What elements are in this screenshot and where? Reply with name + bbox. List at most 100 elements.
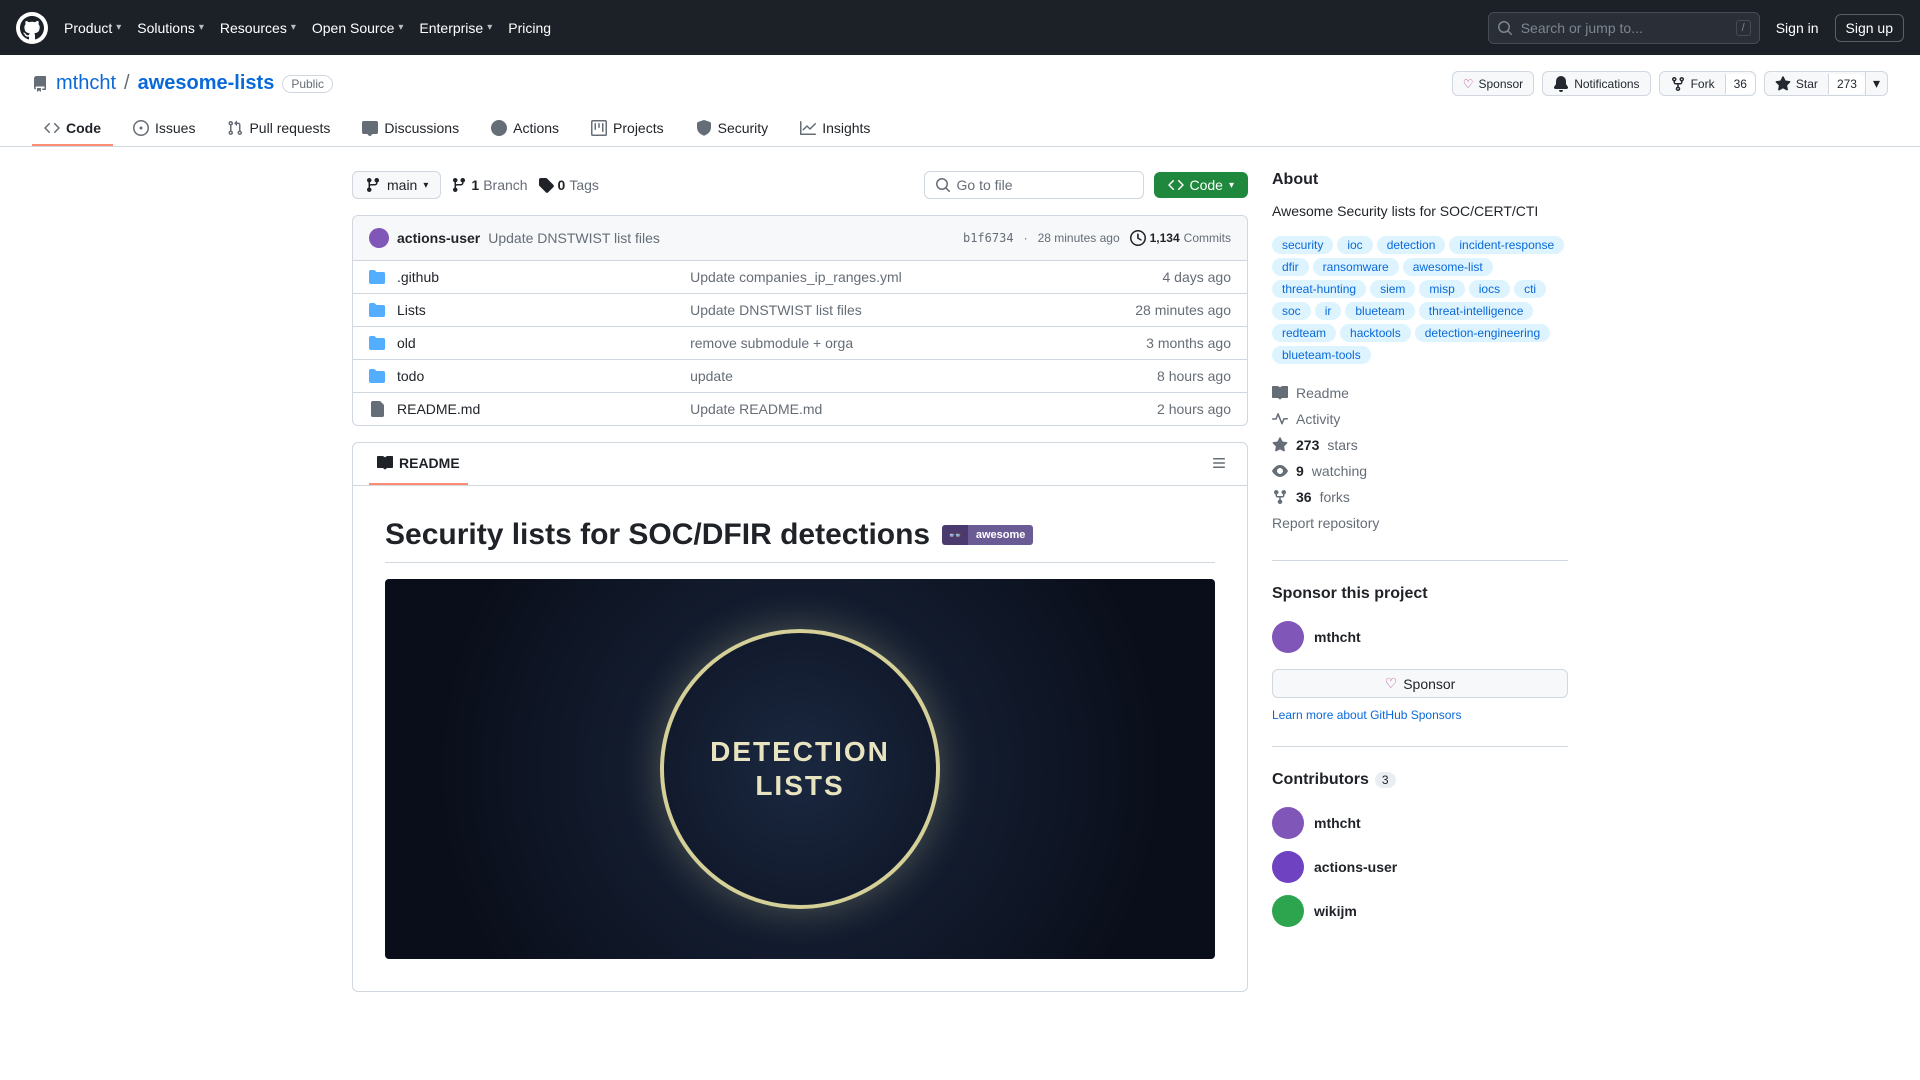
star-button[interactable]: Star273 (1764, 71, 1866, 96)
nav-pricing[interactable]: Pricing (508, 20, 551, 36)
nav-resources[interactable]: Resources▾ (220, 20, 296, 36)
readme-tab[interactable]: README (369, 443, 468, 485)
forks-link[interactable]: 36 forks (1272, 484, 1568, 510)
topic-tag[interactable]: threat-intelligence (1419, 302, 1534, 320)
latest-commit-row: actions-user Update DNSTWIST list files … (353, 216, 1247, 261)
topic-tag[interactable]: blueteam-tools (1272, 346, 1371, 364)
file-commit-msg[interactable]: Update companies_ip_ranges.yml (690, 269, 1162, 285)
branch-selector[interactable]: main ▾ (352, 171, 441, 199)
contributors-heading[interactable]: Contributors 3 (1272, 771, 1568, 789)
topic-tag[interactable]: cti (1514, 280, 1546, 298)
file-date: 3 months ago (1146, 335, 1231, 351)
awesome-badge[interactable]: 👓awesome (942, 525, 1033, 545)
tab-pullrequests[interactable]: Pull requests (215, 112, 342, 146)
notifications-button[interactable]: Notifications (1542, 71, 1650, 96)
contributor-link[interactable]: wikijm (1272, 889, 1568, 933)
file-link[interactable]: .github (397, 269, 439, 285)
topic-tag[interactable]: iocs (1469, 280, 1510, 298)
chevron-down-icon: ▾ (291, 22, 296, 33)
eye-icon (1272, 463, 1288, 479)
avatar[interactable] (369, 228, 389, 248)
topic-tag[interactable]: blueteam (1345, 302, 1414, 320)
topic-tag[interactable]: misp (1419, 280, 1464, 298)
owner-link[interactable]: mthcht (56, 72, 116, 95)
file-link[interactable]: old (397, 335, 416, 351)
repo-link[interactable]: awesome-lists (138, 72, 275, 95)
sponsor-button[interactable]: ♡Sponsor (1452, 71, 1534, 96)
tab-discussions[interactable]: Discussions (350, 112, 471, 146)
nav-product[interactable]: Product▾ (64, 20, 121, 36)
fork-count: 36 (1725, 74, 1755, 94)
tab-insights[interactable]: Insights (788, 112, 882, 146)
toc-button[interactable] (1207, 451, 1231, 478)
stars-link[interactable]: 273 stars (1272, 432, 1568, 458)
discussions-icon (362, 120, 378, 136)
tags-link[interactable]: 0Tags (538, 177, 599, 193)
chevron-down-icon: ▾ (487, 22, 492, 33)
topic-tag[interactable]: ioc (1337, 236, 1372, 254)
topic-tag[interactable]: ransomware (1313, 258, 1399, 276)
signup-button[interactable]: Sign up (1835, 14, 1904, 42)
file-commit-msg[interactable]: Update DNSTWIST list files (690, 302, 1135, 318)
watching-link[interactable]: 9 watching (1272, 458, 1568, 484)
topic-tag[interactable]: awesome-list (1403, 258, 1493, 276)
topic-tag[interactable]: incident-response (1449, 236, 1564, 254)
tab-issues[interactable]: Issues (121, 112, 207, 146)
activity-link[interactable]: Activity (1272, 406, 1568, 432)
tab-code[interactable]: Code (32, 112, 113, 146)
actions-icon (491, 120, 507, 136)
pulse-icon (1272, 411, 1288, 427)
code-icon (1168, 177, 1184, 193)
fork-button[interactable]: Fork36 (1659, 71, 1756, 96)
visibility-badge: Public (282, 75, 333, 93)
file-link[interactable]: README.md (397, 401, 480, 417)
contributor-link[interactable]: mthcht (1272, 801, 1568, 845)
topic-tag[interactable]: dfir (1272, 258, 1309, 276)
commit-author-link[interactable]: actions-user (397, 230, 480, 246)
topic-tag[interactable]: security (1272, 236, 1333, 254)
file-commit-msg[interactable]: update (690, 368, 1157, 384)
tab-security[interactable]: Security (684, 112, 781, 146)
file-commit-msg[interactable]: remove submodule + orga (690, 335, 1146, 351)
go-to-file-input[interactable]: Go to file (924, 171, 1144, 199)
branches-link[interactable]: 1Branch (451, 177, 527, 193)
star-count: 273 (1828, 74, 1865, 94)
nav-enterprise[interactable]: Enterprise▾ (419, 20, 492, 36)
contributor-link[interactable]: actions-user (1272, 845, 1568, 889)
topic-tag[interactable]: redteam (1272, 324, 1336, 342)
tab-projects[interactable]: Projects (579, 112, 676, 146)
list-icon (1211, 455, 1227, 471)
file-link[interactable]: todo (397, 368, 424, 384)
avatar (1272, 851, 1304, 883)
file-commit-msg[interactable]: Update README.md (690, 401, 1157, 417)
sponsor-wide-button[interactable]: ♡Sponsor (1272, 669, 1568, 698)
commit-hash[interactable]: b1f6734 (963, 231, 1014, 245)
nav-solutions[interactable]: Solutions▾ (137, 20, 204, 36)
topic-tag[interactable]: detection-engineering (1415, 324, 1550, 342)
chevron-down-icon: ▾ (1229, 180, 1234, 191)
topic-tag[interactable]: hacktools (1340, 324, 1411, 342)
signin-link[interactable]: Sign in (1776, 20, 1819, 36)
avatar (1272, 895, 1304, 927)
commits-link[interactable]: 1,134 Commits (1130, 230, 1231, 246)
sponsor-user-link[interactable]: mthcht (1272, 615, 1568, 659)
search-input[interactable]: Search or jump to... / (1488, 12, 1760, 44)
report-link[interactable]: Report repository (1272, 510, 1568, 536)
topic-tag[interactable]: threat-hunting (1272, 280, 1366, 298)
nav-opensource[interactable]: Open Source▾ (312, 20, 404, 36)
file-row: todoupdate8 hours ago (353, 360, 1247, 393)
file-row: README.mdUpdate README.md2 hours ago (353, 393, 1247, 425)
topic-tag[interactable]: soc (1272, 302, 1311, 320)
code-download-button[interactable]: Code ▾ (1154, 172, 1249, 198)
tab-actions[interactable]: Actions (479, 112, 571, 146)
topic-tag[interactable]: ir (1315, 302, 1342, 320)
star-dropdown[interactable]: ▾ (1866, 71, 1888, 96)
topic-tag[interactable]: siem (1370, 280, 1415, 298)
commit-message-link[interactable]: Update DNSTWIST list files (488, 230, 660, 246)
topic-tag[interactable]: detection (1377, 236, 1446, 254)
learn-sponsors-link[interactable]: Learn more about GitHub Sponsors (1272, 708, 1568, 722)
search-icon (1497, 20, 1513, 36)
github-logo[interactable] (16, 12, 48, 44)
readme-link[interactable]: Readme (1272, 380, 1568, 406)
file-link[interactable]: Lists (397, 302, 426, 318)
